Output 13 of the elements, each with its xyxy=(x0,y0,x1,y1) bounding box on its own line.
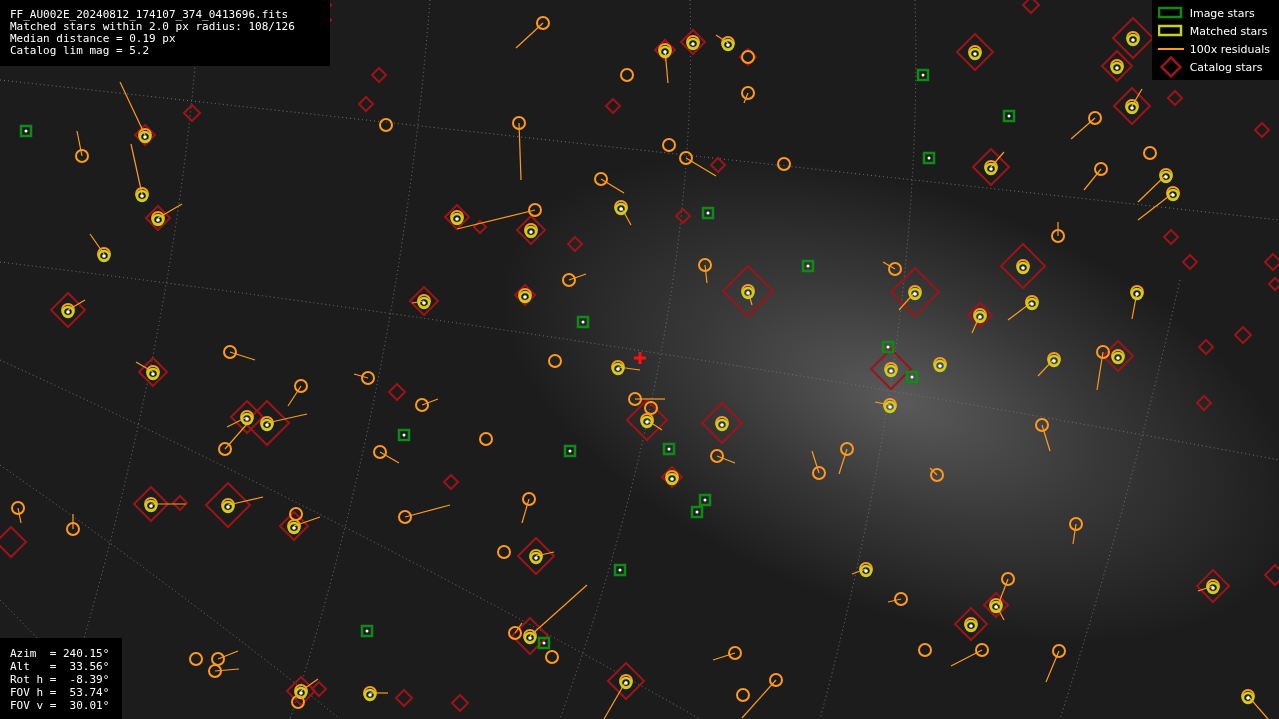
legend-label: Image stars xyxy=(1189,6,1255,20)
legend-label: Matched stars xyxy=(1189,24,1268,38)
pointing-text: FOV h = 53.74° xyxy=(10,687,111,699)
pointing-text: Rot h = -8.39° xyxy=(10,674,111,686)
info-text: Matched stars within 2.0 px radius: 108/126 xyxy=(10,21,296,33)
pointing-text: FOV v = 30.01° xyxy=(10,700,111,712)
info-text: Median distance = 0.19 px xyxy=(10,33,177,45)
legend-label: Catalog stars xyxy=(1189,60,1263,74)
pointing-text: Alt = 33.56° xyxy=(10,661,111,673)
info-text: Catalog lim mag = 5.2 xyxy=(10,45,151,57)
info-text: FF_AU002E_20240812_174107_374_0413696.fits xyxy=(10,9,290,21)
pointing-text: Azim = 240.15° xyxy=(10,648,111,660)
legend-label: 100x residuals xyxy=(1189,42,1270,56)
